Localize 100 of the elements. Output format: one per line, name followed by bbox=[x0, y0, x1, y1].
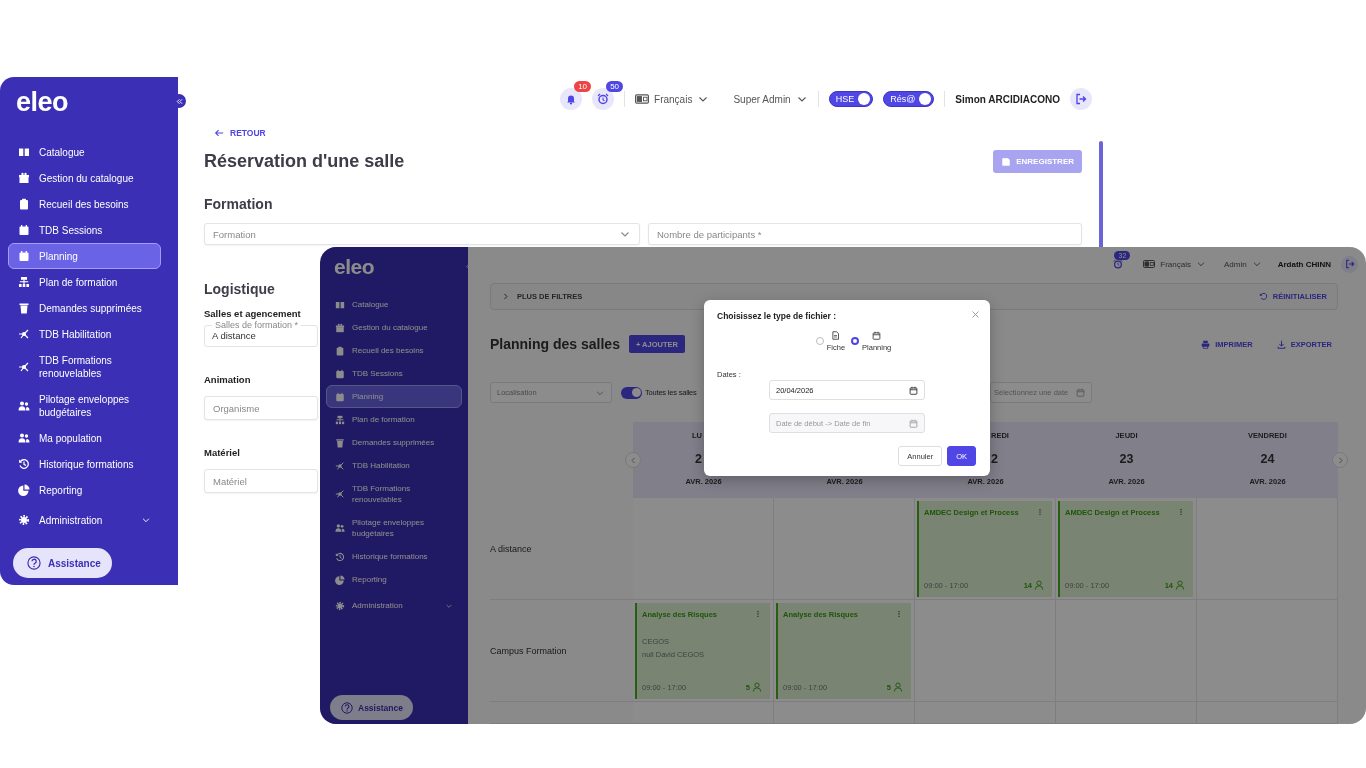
sidebar-item[interactable]: Planning bbox=[326, 385, 462, 408]
sidebar-item[interactable]: Recueil des besoins bbox=[326, 339, 462, 362]
toggle-switch[interactable]: HSE bbox=[828, 91, 874, 107]
assistance-button[interactable]: Assistance bbox=[330, 695, 413, 720]
sidebar-item[interactable]: Reporting bbox=[326, 568, 462, 591]
arrow-left-icon bbox=[214, 128, 224, 138]
notification-button[interactable] bbox=[1113, 259, 1124, 269]
sidebar-item[interactable]: Historique formations bbox=[326, 545, 462, 568]
sidebar-item[interactable]: TDB Habilitation bbox=[326, 454, 462, 477]
language-menu[interactable]: Français bbox=[1143, 258, 1206, 270]
person-icon bbox=[893, 682, 903, 692]
people-icon bbox=[335, 523, 345, 533]
kebab-icon bbox=[754, 610, 762, 618]
language-icon bbox=[635, 92, 650, 106]
sidebar-item[interactable]: Recueil des besoins bbox=[8, 191, 161, 217]
language-menu[interactable]: Français bbox=[635, 92, 710, 106]
kebab-icon bbox=[1177, 508, 1185, 516]
sidebar-item[interactable]: TDB Sessions bbox=[8, 217, 161, 243]
sidebar-item[interactable]: Catalogue bbox=[326, 293, 462, 316]
chevron-down-icon bbox=[1195, 259, 1206, 269]
select-field[interactable]: Formation bbox=[204, 223, 640, 245]
subsection-heading: Salles et agencement bbox=[204, 308, 301, 319]
day-number: 2 bbox=[695, 452, 702, 466]
pie-chart-icon bbox=[18, 484, 30, 496]
room-label: A distance bbox=[490, 543, 532, 554]
help-icon bbox=[27, 556, 41, 570]
calendar-icon bbox=[909, 418, 918, 428]
role-menu[interactable]: Admin bbox=[1223, 259, 1262, 269]
network-icon bbox=[18, 328, 30, 340]
calendar-icon bbox=[335, 391, 345, 402]
toggle-switch[interactable] bbox=[621, 386, 642, 399]
sidebar-item[interactable]: TDB Formations renouvelables bbox=[8, 347, 161, 386]
network-icon bbox=[335, 460, 345, 471]
calendar-icon bbox=[909, 385, 918, 395]
role-menu[interactable]: Super Admin bbox=[733, 93, 808, 105]
radio-button[interactable] bbox=[815, 337, 824, 345]
network-icon bbox=[18, 360, 30, 373]
sidebar-item[interactable]: Plan de formation bbox=[326, 408, 462, 431]
hierarchy-icon bbox=[335, 414, 345, 425]
select-field[interactable]: Salles de formation * A distance bbox=[204, 320, 318, 347]
help-icon bbox=[341, 701, 353, 714]
sidebar-item[interactable]: TDB Sessions bbox=[326, 362, 462, 385]
hierarchy-icon bbox=[18, 276, 30, 288]
chevron-left-icon bbox=[628, 455, 638, 465]
logout-icon bbox=[1344, 259, 1355, 269]
sidebar-item[interactable]: Pilotage enveloppes budgétaires bbox=[8, 386, 161, 425]
clipboard-icon bbox=[18, 198, 30, 210]
assistance-button[interactable]: Assistance bbox=[13, 548, 112, 578]
sidebar-item[interactable]: Administration bbox=[326, 594, 462, 617]
logout-button[interactable] bbox=[1341, 255, 1358, 273]
person-icon bbox=[752, 682, 762, 692]
sidebar-item[interactable]: TDB Habilitation bbox=[8, 321, 161, 347]
logo: eleo bbox=[16, 89, 69, 116]
gift-icon bbox=[335, 322, 345, 333]
close-button[interactable] bbox=[971, 310, 980, 319]
sidebar-item[interactable]: Plan de formation bbox=[8, 269, 161, 295]
book-icon bbox=[335, 299, 345, 310]
logout-button[interactable] bbox=[1070, 88, 1092, 110]
day-number: 23 bbox=[1119, 452, 1134, 466]
sidebar-item[interactable]: Gestion du catalogue bbox=[326, 316, 462, 339]
toggle-switch[interactable]: Rés@ bbox=[883, 91, 935, 107]
sidebar-item[interactable]: Catalogue bbox=[8, 139, 161, 165]
sidebar-item[interactable]: Gestion du catalogue bbox=[8, 165, 161, 191]
book-icon bbox=[18, 146, 30, 158]
chevron-right-icon bbox=[501, 292, 510, 301]
network-icon bbox=[335, 489, 345, 499]
language-icon bbox=[1143, 258, 1156, 270]
trash-icon bbox=[18, 302, 30, 314]
input-field[interactable]: Nombre de participants * bbox=[648, 223, 1082, 245]
subsection-heading: Animation bbox=[204, 374, 251, 385]
collapse-icon bbox=[174, 96, 184, 106]
back-link[interactable]: RETOUR bbox=[214, 128, 266, 138]
chevron-down-icon bbox=[1251, 259, 1262, 269]
subsection-heading: Matériel bbox=[204, 447, 240, 458]
input-field[interactable]: Organisme bbox=[204, 396, 318, 420]
calendar-icon bbox=[18, 224, 30, 236]
alarm-clock-icon bbox=[1113, 259, 1124, 269]
sidebar-item[interactable]: Reporting bbox=[8, 477, 161, 503]
sidebar-item[interactable]: Demandes supprimées bbox=[8, 295, 161, 321]
input-field[interactable]: Matériel bbox=[204, 469, 318, 493]
sidebar-item[interactable]: TDB Formations renouvelables bbox=[326, 477, 462, 511]
person-icon bbox=[1034, 580, 1044, 590]
sidebar-item[interactable]: Planning bbox=[8, 243, 161, 269]
kebab-icon bbox=[895, 610, 903, 618]
person-icon bbox=[1175, 580, 1185, 590]
notification-button[interactable] bbox=[592, 88, 615, 110]
sidebar-item[interactable]: Ma population bbox=[8, 425, 161, 451]
logout-icon bbox=[1075, 93, 1087, 105]
kebab-icon bbox=[1036, 508, 1044, 516]
history-icon bbox=[335, 551, 345, 562]
sidebar-item[interactable]: Historique formations bbox=[8, 451, 161, 477]
notification-button[interactable] bbox=[560, 88, 583, 110]
printer-icon bbox=[1201, 339, 1211, 349]
calendar-icon bbox=[1076, 388, 1085, 397]
sidebar-item[interactable]: Administration bbox=[8, 507, 161, 533]
sidebar-item[interactable]: Pilotage enveloppes budgétaires bbox=[326, 511, 462, 545]
radio-button[interactable] bbox=[851, 337, 860, 345]
sidebar-item[interactable]: Demandes supprimées bbox=[326, 431, 462, 454]
reset-icon bbox=[1258, 292, 1268, 301]
gift-icon bbox=[18, 172, 30, 184]
